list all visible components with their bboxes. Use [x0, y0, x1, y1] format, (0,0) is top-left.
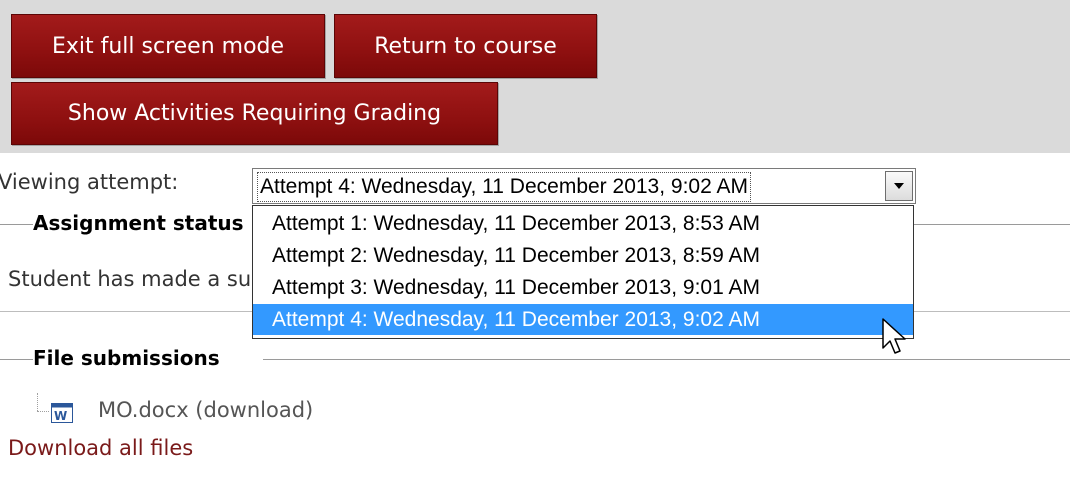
assignment-status-border-left	[0, 224, 14, 225]
assignment-status-legend: Assignment status	[33, 211, 267, 235]
attempt-select[interactable]: Attempt 4: Wednesday, 11 December 2013, …	[252, 168, 916, 204]
attempt-option-1[interactable]: Attempt 1: Wednesday, 11 December 2013, …	[253, 208, 913, 239]
file-submissions-legend: File submissions	[33, 346, 263, 370]
file-download-link[interactable]: MO.docx (download)	[98, 398, 313, 422]
tree-connector-horizontal	[37, 411, 49, 412]
submission-status-text: Student has made a submission for gradin…	[8, 267, 252, 291]
word-document-icon: W	[51, 403, 73, 423]
svg-text:W: W	[54, 409, 67, 423]
attempt-option-3[interactable]: Attempt 3: Wednesday, 11 December 2013, …	[253, 272, 913, 303]
download-all-files-link[interactable]: Download all files	[8, 436, 193, 460]
mouse-cursor-icon	[882, 318, 910, 360]
attempt-option-2[interactable]: Attempt 2: Wednesday, 11 December 2013, …	[253, 240, 913, 271]
attempt-select-value: Attempt 4: Wednesday, 11 December 2013, …	[257, 172, 751, 202]
grading-page: Exit full screen mode Return to course S…	[0, 0, 1070, 479]
exit-full-screen-button[interactable]: Exit full screen mode	[11, 14, 325, 78]
attempt-option-4[interactable]: Attempt 4: Wednesday, 11 December 2013, …	[253, 304, 913, 335]
chevron-down-icon[interactable]	[885, 171, 913, 201]
attempt-dropdown-list: Attempt 1: Wednesday, 11 December 2013, …	[252, 205, 914, 339]
viewing-attempt-label: Viewing attempt:	[0, 170, 179, 194]
tree-connector	[37, 393, 38, 411]
return-to-course-button[interactable]: Return to course	[334, 14, 597, 78]
show-activities-requiring-grading-button[interactable]: Show Activities Requiring Grading	[11, 82, 498, 145]
